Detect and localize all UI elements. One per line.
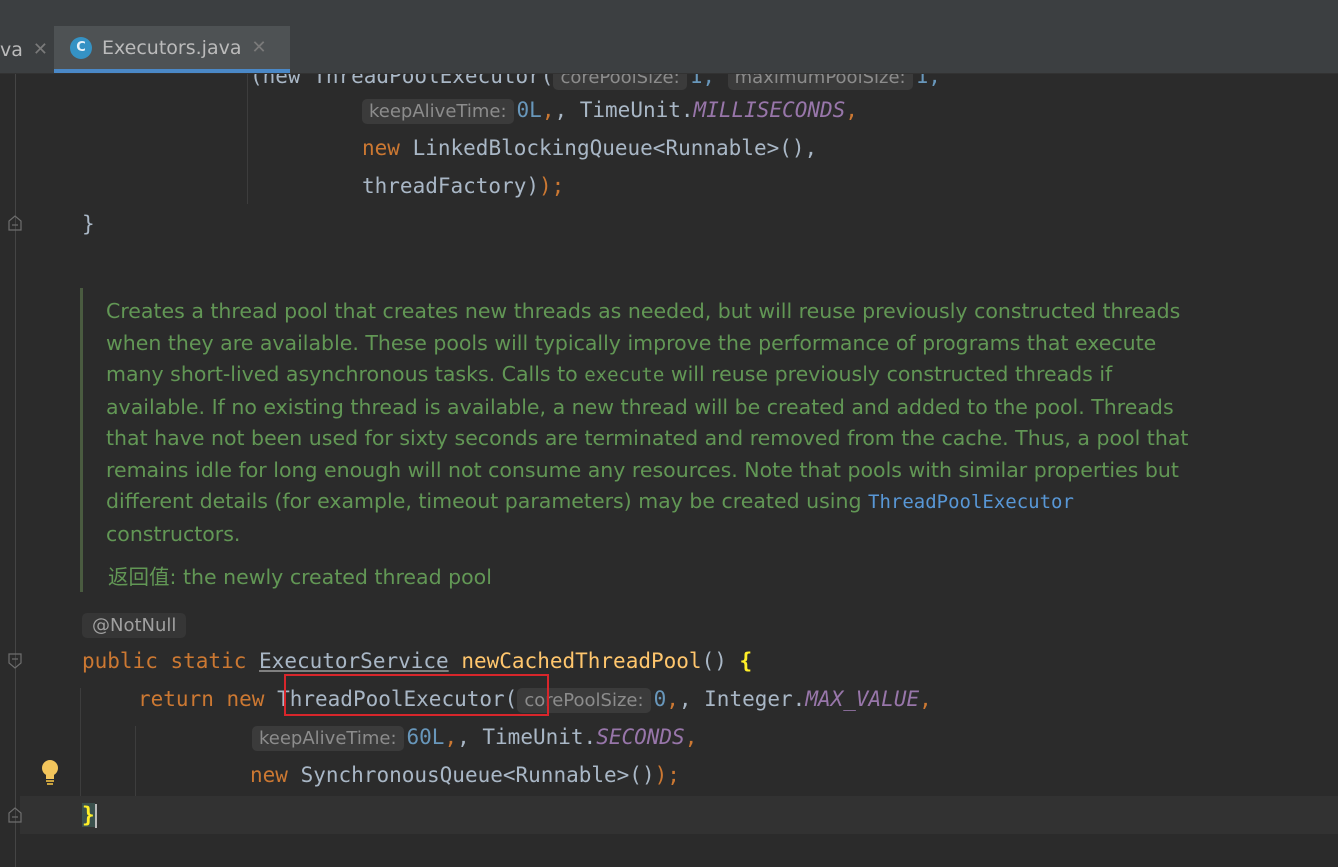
fold-start-icon[interactable] [8, 653, 22, 669]
annotation-notnull: @NotNull [82, 613, 187, 638]
indent-guide [135, 726, 136, 796]
close-icon[interactable]: ✕ [251, 37, 266, 58]
doc-comment-bar [80, 288, 83, 592]
highlight-box [284, 674, 549, 716]
editor-tab-bar: va ✕ C Executors.java ✕ [0, 26, 1338, 74]
code-line-queue: new LinkedBlockingQueue<Runnable>(), [362, 136, 818, 160]
doc-link-threadpoolexecutor[interactable]: ThreadPoolExecutor [868, 491, 1074, 513]
code-line-threadfactory: threadFactory)); [362, 174, 565, 198]
tab-executors-java[interactable]: C Executors.java ✕ [54, 26, 290, 73]
java-class-icon: C [70, 36, 92, 59]
indent-guide [247, 74, 248, 204]
code-line-close-brace: } [82, 212, 95, 236]
rendered-javadoc: Creates a thread pool that creates new t… [106, 299, 1189, 546]
fold-end-icon[interactable] [8, 215, 22, 231]
close-icon[interactable]: ✕ [33, 39, 48, 60]
code-line-keepalive: keepAliveTime: 0L,, TimeUnit.MILLISECONDS… [362, 91, 858, 129]
code-line-keepalive-60: keepAliveTime: 60L,, TimeUnit.SECONDS, [252, 718, 697, 756]
doc-return-value: 返回值: the newly created thread pool [108, 565, 492, 589]
gutter [15, 74, 16, 867]
indent-guide [80, 688, 81, 796]
tab-previous-file[interactable]: va ✕ [0, 26, 52, 73]
param-hint: keepAliveTime: [362, 99, 514, 124]
tab-label: Executors.java [102, 36, 242, 59]
title-bar [0, 0, 1338, 27]
code-editor[interactable]: (new ThreadPoolExecutor(corePoolSize: 1, … [0, 74, 1338, 867]
code-line-method-close: } [82, 803, 97, 828]
tab-label: va [0, 38, 23, 61]
param-hint: keepAliveTime: [252, 726, 404, 751]
fold-end-icon[interactable] [8, 807, 22, 823]
text-caret [94, 804, 97, 828]
current-line-highlight [20, 796, 1338, 834]
code-line-synchronous-queue: new SynchronousQueue<Runnable>()); [250, 763, 680, 787]
lightbulb-icon[interactable] [38, 758, 62, 786]
